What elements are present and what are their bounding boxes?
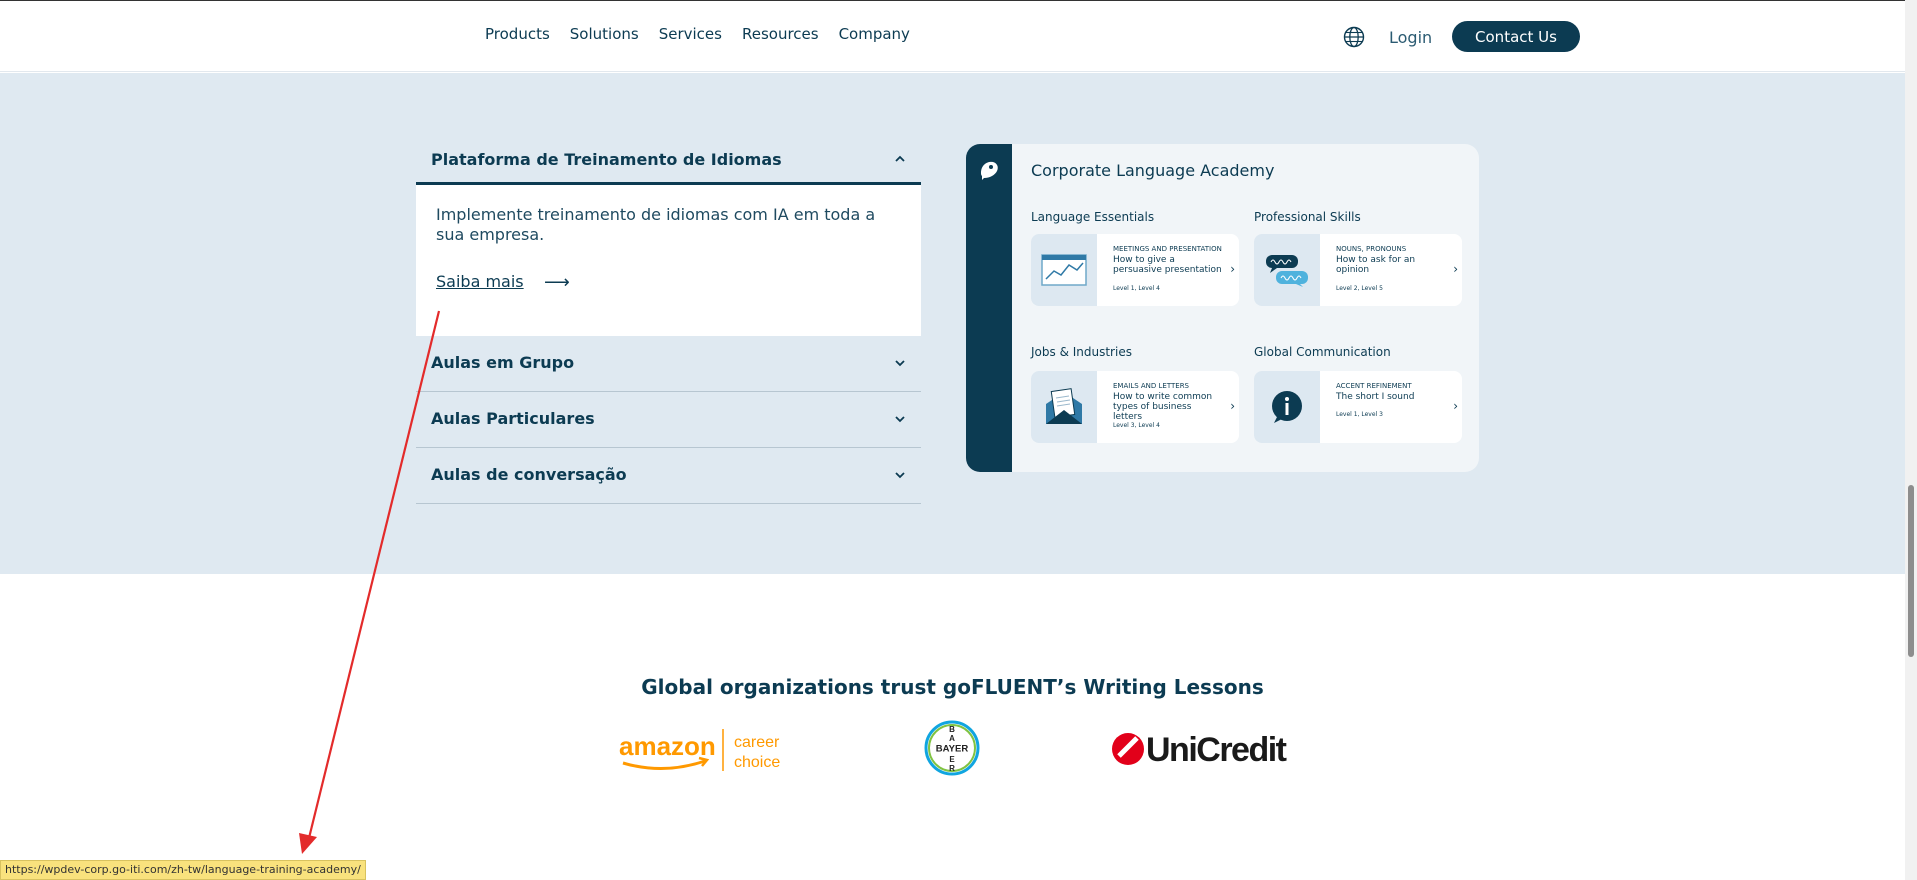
career-text: career (734, 734, 780, 751)
login-link[interactable]: Login (1389, 28, 1432, 47)
academy-card: Corporate Language Academy Language Esse… (966, 144, 1479, 472)
tile-kicker: ACCENT REFINEMENT (1336, 382, 1412, 390)
chart-board-icon (1041, 254, 1087, 286)
vertical-scrollbar[interactable] (1905, 0, 1917, 880)
accordion-description: Implemente treinamento de idiomas com IA… (436, 205, 876, 244)
choice-text: choice (734, 754, 780, 771)
arrow-right-icon: ⟶ (544, 272, 570, 293)
main-nav: Products Solutions Services Resources Co… (485, 25, 910, 43)
tile-title: How to give a persuasive presentation (1113, 255, 1222, 275)
envelope-letter-icon (1046, 388, 1082, 424)
chevron-right-icon: › (1230, 262, 1235, 276)
accordion-title: Plataforma de Treinamento de Idiomas (431, 150, 782, 169)
category-label: Global Communication (1254, 345, 1391, 359)
page: Products Solutions Services Resources Co… (0, 0, 1917, 880)
card-title: Corporate Language Academy (1031, 161, 1275, 180)
tile-kicker: NOUNS, PRONOUNS (1336, 245, 1407, 253)
tile-title: How to write common types of business le… (1113, 392, 1213, 422)
tile-kicker: MEETINGS AND PRESENTATION (1113, 245, 1222, 253)
accordion-item-group-classes[interactable]: Aulas em Grupo (416, 336, 921, 392)
svg-text:R: R (949, 764, 955, 773)
category-label: Professional Skills (1254, 210, 1361, 224)
svg-text:A: A (949, 734, 955, 743)
chevron-down-icon (895, 416, 905, 423)
chevron-right-icon: › (1453, 262, 1458, 276)
tile-title: How to ask for an opinion (1336, 255, 1416, 275)
tile-image (1031, 371, 1097, 443)
unicredit-logo: UniCredit (1112, 731, 1288, 769)
tile-image (1031, 234, 1097, 306)
site-header: Products Solutions Services Resources Co… (0, 0, 1905, 72)
amazon-career-choice-logo: amazon career choice (619, 729, 780, 771)
bayer-wordmark: BAYER (936, 744, 969, 755)
accordion-item-label: Aulas de conversação (431, 465, 627, 484)
tile-image (1254, 371, 1320, 443)
speech-bubbles-icon (1266, 255, 1308, 287)
lesson-tile-business-letters[interactable]: EMAILS AND LETTERS How to write common t… (1031, 371, 1239, 443)
contact-us-button[interactable]: Contact Us (1452, 21, 1580, 52)
tile-level: Level 3, Level 4 (1113, 422, 1160, 429)
chevron-right-icon: › (1230, 399, 1235, 413)
nav-resources[interactable]: Resources (742, 25, 819, 43)
accordion-header-open[interactable]: Plataforma de Treinamento de Idiomas (416, 133, 921, 185)
category-label: Jobs & Industries (1031, 345, 1132, 359)
card-sidebar (966, 144, 1012, 472)
trust-heading: Global organizations trust goFLUENT’s Wr… (641, 675, 1264, 699)
svg-text:B: B (949, 725, 955, 734)
accordion-item-label: Aulas em Grupo (431, 353, 575, 372)
accordion-item-label: Aulas Particulares (431, 409, 595, 428)
bayer-logo: BAYER B A E R (924, 720, 980, 776)
chevron-up-icon (895, 155, 905, 162)
lesson-tile-presentation[interactable]: MEETINGS AND PRESENTATION How to give a … (1031, 234, 1239, 306)
status-bar-url: https://wpdev-corp.go-iti.com/zh-tw/lang… (0, 860, 366, 880)
chevron-right-icon: › (1453, 399, 1458, 413)
unicredit-wordmark: UniCredit (1146, 731, 1287, 769)
nav-company[interactable]: Company (839, 25, 910, 43)
tile-level: Level 2, Level 5 (1336, 285, 1383, 292)
accordion-item-private-classes[interactable]: Aulas Particulares (416, 392, 921, 448)
letter-i-bubble-icon (1272, 391, 1302, 423)
scrollbar-thumb[interactable] (1908, 485, 1914, 657)
category-label: Language Essentials (1031, 210, 1155, 224)
chevron-down-icon (895, 360, 905, 367)
nav-solutions[interactable]: Solutions (570, 25, 639, 43)
product-section: Plataforma de Treinamento de Idiomas Imp… (0, 73, 1905, 574)
chevron-down-icon (895, 472, 905, 479)
nav-products[interactable]: Products (485, 25, 550, 43)
accordion-panel: Implemente treinamento de idiomas com IA… (416, 185, 921, 336)
lesson-tile-short-i[interactable]: ACCENT REFINEMENT The short I sound Leve… (1254, 371, 1462, 443)
tile-title: The short I sound (1336, 392, 1415, 402)
tile-image (1254, 234, 1320, 306)
gofluent-logo-icon (981, 161, 998, 180)
tile-kicker: EMAILS AND LETTERS (1113, 382, 1190, 390)
accordion-item-conversation-classes[interactable]: Aulas de conversação (416, 448, 921, 504)
lesson-tile-opinion[interactable]: NOUNS, PRONOUNS How to ask for an opinio… (1254, 234, 1462, 306)
amazon-wordmark: amazon (619, 731, 716, 761)
tile-level: Level 1, Level 4 (1113, 285, 1160, 292)
globe-icon[interactable] (1343, 26, 1365, 48)
svg-text:E: E (949, 755, 955, 764)
learn-more-link[interactable]: Saiba mais (436, 272, 524, 291)
tile-level: Level 1, Level 3 (1336, 411, 1383, 418)
nav-services[interactable]: Services (659, 25, 722, 43)
